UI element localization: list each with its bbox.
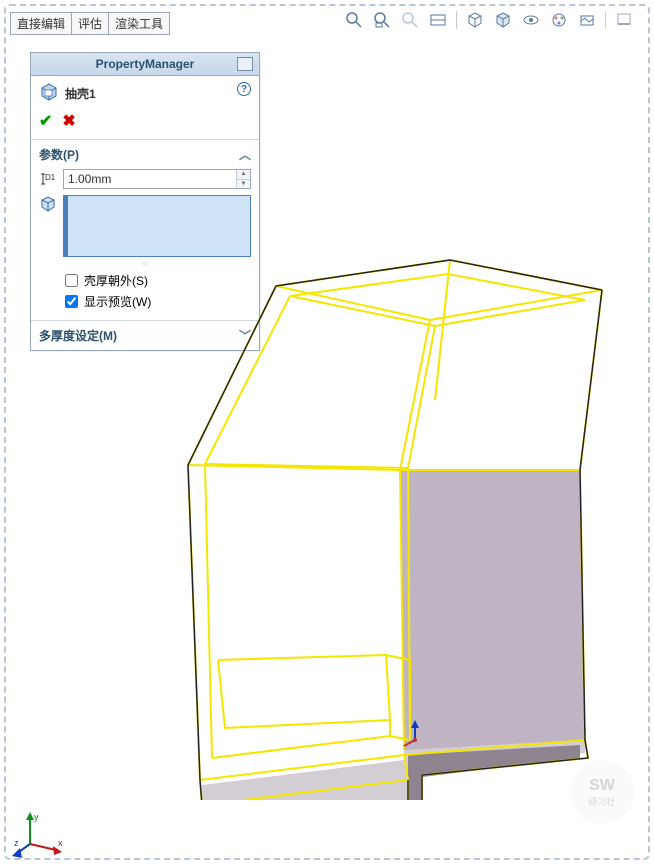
svg-text:D1: D1 bbox=[45, 173, 56, 182]
tab-evaluate[interactable]: 评估 bbox=[71, 12, 109, 35]
tab-direct-edit[interactable]: 直接编辑 bbox=[10, 12, 72, 35]
pm-feature-header: 抽壳1 ? bbox=[31, 76, 259, 107]
show-preview-checkbox[interactable] bbox=[65, 295, 78, 308]
view-triad: y x z bbox=[12, 810, 62, 850]
section-view-icon[interactable] bbox=[428, 10, 448, 30]
parameters-header[interactable]: 参数(P) ︿ bbox=[39, 146, 251, 163]
shell-feature-icon bbox=[39, 82, 59, 105]
shell-outward-label: 壳厚朝外(S) bbox=[84, 272, 148, 289]
collapse-icon: ︿ bbox=[239, 146, 251, 163]
help-icon[interactable]: ? bbox=[237, 82, 251, 96]
pin-icon[interactable] bbox=[237, 57, 253, 71]
svg-text:z: z bbox=[14, 838, 19, 848]
spinner-buttons: ▲ ▼ bbox=[236, 170, 250, 188]
cancel-button[interactable]: ✖ bbox=[62, 111, 75, 131]
svg-text:y: y bbox=[34, 812, 39, 822]
multi-thickness-label: 多厚度设定(M) bbox=[39, 327, 117, 344]
zoom-area-icon[interactable] bbox=[372, 10, 392, 30]
spin-up[interactable]: ▲ bbox=[237, 170, 250, 180]
prev-view-icon[interactable] bbox=[400, 10, 420, 30]
thickness-input[interactable] bbox=[64, 170, 236, 188]
cube-icon bbox=[39, 195, 57, 213]
parameters-label: 参数(P) bbox=[39, 146, 79, 163]
3d-viewport[interactable] bbox=[140, 200, 630, 800]
thickness-spinner[interactable]: ▲ ▼ bbox=[63, 169, 251, 189]
tab-render-tools[interactable]: 渲染工具 bbox=[108, 12, 170, 35]
pm-confirm-row: ✔ ✖ bbox=[31, 107, 259, 139]
spin-down[interactable]: ▼ bbox=[237, 180, 250, 189]
thickness-row: D1 ▲ ▼ bbox=[39, 169, 251, 189]
command-tabs: 直接编辑 评估 渲染工具 bbox=[10, 12, 169, 35]
pm-title-text: PropertyManager bbox=[96, 57, 195, 71]
dimension-icon: D1 bbox=[39, 170, 57, 188]
origin-marker bbox=[400, 720, 430, 753]
view-settings-icon[interactable] bbox=[614, 10, 634, 30]
shell-outward-checkbox[interactable] bbox=[65, 274, 78, 287]
zoom-fit-icon[interactable] bbox=[344, 10, 364, 30]
display-style-icon[interactable] bbox=[493, 10, 513, 30]
model-preview bbox=[140, 200, 630, 800]
svg-text:x: x bbox=[58, 838, 63, 848]
toolbar-separator bbox=[456, 11, 457, 29]
pm-title-bar: PropertyManager bbox=[31, 53, 259, 76]
toolbar-separator-2 bbox=[605, 11, 606, 29]
feature-name: 抽壳1 bbox=[65, 85, 96, 102]
edit-appearance-icon[interactable] bbox=[549, 10, 569, 30]
hide-show-icon[interactable] bbox=[521, 10, 541, 30]
view-orientation-icon[interactable] bbox=[465, 10, 485, 30]
ok-button[interactable]: ✔ bbox=[39, 111, 52, 131]
apply-scene-icon[interactable] bbox=[577, 10, 597, 30]
view-toolbar bbox=[344, 10, 634, 30]
watermark: SW 研习社 bbox=[570, 760, 634, 824]
